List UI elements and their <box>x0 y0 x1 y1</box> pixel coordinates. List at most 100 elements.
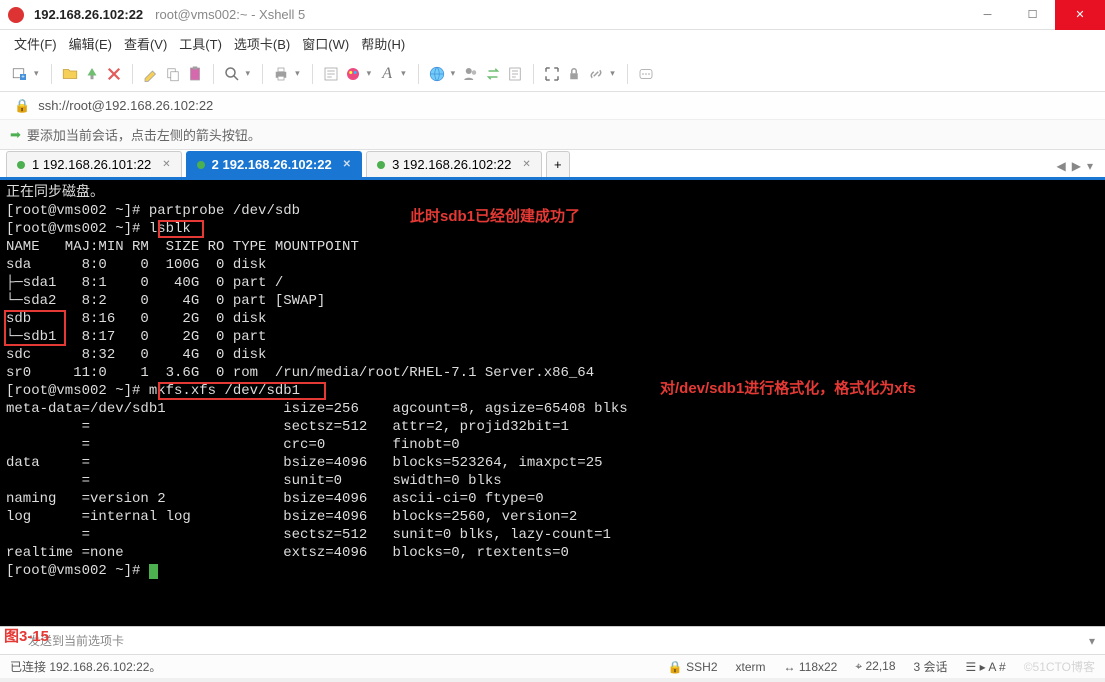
tab-list-icon[interactable]: ▾ <box>1087 159 1093 173</box>
tab-nav-left-icon[interactable]: ◀ <box>1057 159 1066 173</box>
term-line: ├─sda1 8:1 0 40G 0 part / <box>6 275 283 291</box>
term-line: 正在同步磁盘。 <box>6 185 104 201</box>
chain-icon[interactable] <box>586 64 606 84</box>
menu-tools[interactable]: 工具(T) <box>179 34 222 53</box>
menu-view[interactable]: 查看(V) <box>124 34 167 53</box>
term-line: [root@vms002 ~]# <box>6 563 149 579</box>
term-line: = sectsz=512 sunit=0 blks, lazy-count=1 <box>6 527 611 543</box>
status-dot-icon <box>377 161 385 169</box>
tab-label: 3 192.168.26.102:22 <box>392 157 511 172</box>
users-icon[interactable] <box>461 64 481 84</box>
print-icon[interactable] <box>271 64 291 84</box>
menu-file[interactable]: 文件(F) <box>14 34 57 53</box>
globe-icon[interactable] <box>427 64 447 84</box>
cursor <box>149 564 158 579</box>
term-line: log =internal log bsize=4096 blocks=2560… <box>6 509 577 525</box>
term-line: = crc=0 finobt=0 <box>6 437 460 453</box>
list-icon[interactable]: ☰ <box>966 660 977 674</box>
paste-icon[interactable] <box>185 64 205 84</box>
term-line: NAME MAJ:MIN RM SIZE RO TYPE MOUNTPOINT <box>6 239 359 255</box>
disconnect-icon[interactable] <box>104 64 124 84</box>
tab-strip: 1 192.168.26.101:22✕ 2 192.168.26.102:22… <box>0 150 1105 180</box>
caps-icon: A <box>988 660 995 674</box>
address-bar[interactable]: 🔒 ssh://root@192.168.26.102:22 <box>0 92 1105 120</box>
transfer-icon[interactable] <box>483 64 503 84</box>
term-line: data = bsize=4096 blocks=523264, imaxpct… <box>6 455 603 471</box>
status-proto: SSH2 <box>686 660 717 674</box>
color-icon[interactable] <box>343 64 363 84</box>
status-pos: 22,18 <box>865 659 895 673</box>
dropdown-icon[interactable]: ▾ <box>295 68 300 79</box>
title-session: root@vms002:~ - Xshell 5 <box>155 7 305 22</box>
lock-icon: 🔒 <box>14 98 30 114</box>
pos-icon: ⌖ <box>855 659 862 673</box>
close-button[interactable]: ✕ <box>1055 0 1105 30</box>
dropdown-icon[interactable]: ▾ <box>246 68 251 79</box>
font-icon[interactable]: A <box>377 64 397 84</box>
maximize-button[interactable]: ☐ <box>1010 0 1055 30</box>
script-icon[interactable] <box>505 64 525 84</box>
term-line: └─sda2 8:2 0 4G 0 part [SWAP] <box>6 293 325 309</box>
send-bar[interactable]: 图3-15 发送到当前选项卡 ▾ <box>0 626 1105 654</box>
watermark: ©51CTO博客 <box>1024 658 1095 675</box>
titlebar: 192.168.26.102:22 root@vms002:~ - Xshell… <box>0 0 1105 30</box>
add-tab-button[interactable]: + <box>546 151 570 177</box>
menu-window[interactable]: 窗口(W) <box>302 34 349 53</box>
new-session-icon[interactable]: + <box>10 64 30 84</box>
dropdown-icon[interactable]: ▾ <box>367 68 372 79</box>
svg-text:+: + <box>21 74 25 80</box>
term-line: sdb 8:16 0 2G 0 disk <box>6 311 266 327</box>
help-icon[interactable] <box>636 64 656 84</box>
term-line: sr0 11:0 1 3.6G 0 rom /run/media/root/RH… <box>6 365 594 381</box>
lock-scroll-icon[interactable] <box>564 64 584 84</box>
dropdown-icon[interactable]: ▾ <box>401 68 406 79</box>
fullscreen-icon[interactable] <box>542 64 562 84</box>
tab-nav-right-icon[interactable]: ▶ <box>1072 159 1081 173</box>
app-icon <box>8 7 24 23</box>
status-dot-icon <box>197 161 205 169</box>
dropdown-icon[interactable]: ▾ <box>451 68 456 79</box>
session-tab-2[interactable]: 2 192.168.26.102:22✕ <box>186 151 362 177</box>
status-size: 118x22 <box>799 660 837 674</box>
reconnect-icon[interactable] <box>82 64 102 84</box>
term-line: [root@vms002 ~]# partprobe /dev/sdb <box>6 203 300 219</box>
open-icon[interactable] <box>60 64 80 84</box>
term-line: meta-data=/dev/sdb1 isize=256 agcount=8,… <box>6 401 628 417</box>
minimize-button[interactable]: ─ <box>965 0 1010 30</box>
term-line: [root@vms002 ~]# lsblk <box>6 221 191 237</box>
session-tab-1[interactable]: 1 192.168.26.101:22✕ <box>6 151 182 177</box>
dropdown-icon[interactable]: ▾ <box>610 68 615 79</box>
close-tab-icon[interactable]: ✕ <box>343 159 351 170</box>
dropdown-icon[interactable]: ▾ <box>34 68 39 79</box>
status-bar: 已连接 192.168.26.102:22。 🔒 SSH2 xterm ↔ 11… <box>0 654 1105 678</box>
size-icon: ↔ <box>784 660 796 674</box>
title-host: 192.168.26.102:22 <box>34 7 143 22</box>
menubar: 文件(F) 编辑(E) 查看(V) 工具(T) 选项卡(B) 窗口(W) 帮助(… <box>0 30 1105 56</box>
term-line: sda 8:0 0 100G 0 disk <box>6 257 266 273</box>
close-tab-icon[interactable]: ✕ <box>522 159 530 170</box>
edit-icon[interactable] <box>141 64 161 84</box>
search-icon[interactable] <box>222 64 242 84</box>
address-text: ssh://root@192.168.26.102:22 <box>38 98 213 113</box>
term-line: [root@vms002 ~]# mkfs.xfs /dev/sdb1 <box>6 383 300 399</box>
term-line: naming =version 2 bsize=4096 ascii-ci=0 … <box>6 491 544 507</box>
term-line: └─sdb1 8:17 0 2G 0 part <box>6 329 266 345</box>
send-menu-icon[interactable]: ▾ <box>1089 634 1095 648</box>
session-tab-3[interactable]: 3 192.168.26.102:22 ✕ <box>366 151 542 177</box>
terminal[interactable]: 正在同步磁盘。 [root@vms002 ~]# partprobe /dev/… <box>0 180 1105 626</box>
status-connection: 已连接 192.168.26.102:22。 <box>10 658 161 675</box>
menu-help[interactable]: 帮助(H) <box>361 34 405 53</box>
ssh-icon: 🔒 <box>668 660 683 674</box>
term-line: = sunit=0 swidth=0 blks <box>6 473 502 489</box>
menu-edit[interactable]: 编辑(E) <box>69 34 112 53</box>
close-tab-icon[interactable]: ✕ <box>162 159 170 170</box>
properties-icon[interactable] <box>321 64 341 84</box>
status-sessions: 3 会话 <box>914 658 948 675</box>
arrow-icon[interactable]: ➡ <box>10 127 21 143</box>
copy-icon[interactable] <box>163 64 183 84</box>
tip-text: 要添加当前会话，点击左侧的箭头按钮。 <box>27 125 261 144</box>
status-term: xterm <box>736 660 766 674</box>
term-line: sdc 8:32 0 4G 0 disk <box>6 347 266 363</box>
status-dot-icon <box>17 161 25 169</box>
menu-tabs[interactable]: 选项卡(B) <box>234 34 290 53</box>
